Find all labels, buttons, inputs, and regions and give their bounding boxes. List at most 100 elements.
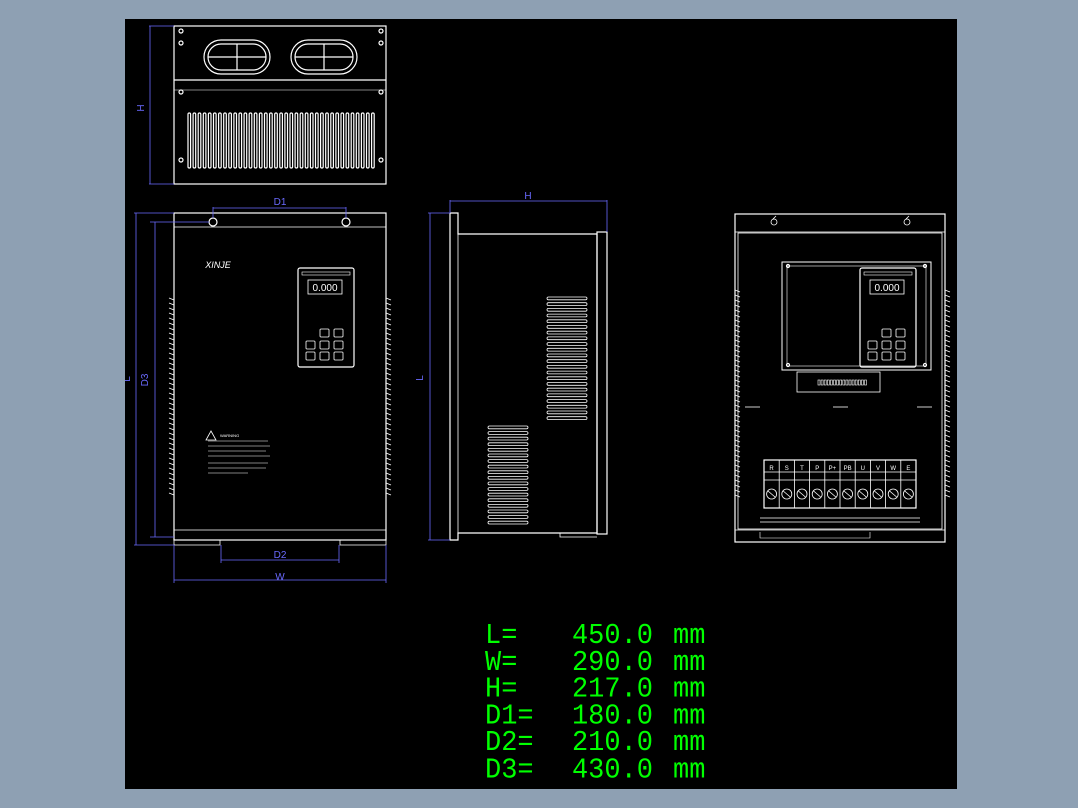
dim-label-top-h: H [136,104,147,111]
fin [944,489,951,493]
dim-unit: mm [673,674,706,707]
fin [734,344,741,348]
fin [734,334,741,338]
fin [360,112,365,169]
dip-switch [830,379,833,386]
fin [944,289,951,293]
fin [274,112,278,169]
dip-switch [864,379,867,386]
terminal-screw-slot [828,490,837,498]
terminal-label: R [769,466,774,472]
vent-slot [487,515,529,519]
side-vents [487,296,588,525]
fan-opening-right [290,39,358,75]
fin [734,399,741,403]
fin [734,469,741,473]
fin [168,457,175,461]
fin [734,359,741,363]
dim-value: 430.0 [571,755,653,787]
fin [385,447,392,451]
vent-slot [546,370,588,375]
fin [168,377,175,381]
fin [385,452,392,456]
fin [944,494,951,498]
fin [168,462,175,466]
vent-slot [546,313,588,318]
fin [385,312,392,316]
terminal-screw-slot [858,490,867,498]
fin [734,369,741,373]
dimension-top-h [149,25,174,185]
vent-slot [487,520,529,525]
fin [168,322,175,326]
fin [223,112,227,169]
fin [168,467,175,471]
keypad-key [895,328,906,338]
fin [168,427,175,431]
dim-unit: mm [673,755,706,787]
fin [385,382,392,386]
fin [734,304,741,308]
dip-switch [851,379,855,386]
fin [734,329,741,333]
fin [168,347,175,351]
vent-slot [487,464,529,469]
fin [944,409,951,413]
warning-title: WARNING [220,433,239,438]
fin [168,297,175,301]
fin [385,472,392,476]
vent-slot [487,425,529,430]
fin [734,489,741,493]
fin [944,479,951,483]
dim-value: 450.0 [571,620,653,653]
fin [734,449,741,453]
fin [168,372,175,376]
dim-label-side-h: H [524,191,531,202]
terminal-label: U [861,466,865,472]
fin [385,407,392,411]
fin [385,337,392,341]
fin [734,339,741,343]
fin [168,422,175,426]
fin [944,319,951,323]
open-front-view [734,213,951,543]
vent-slot [487,498,529,502]
dip-switch [857,379,861,386]
fin [944,324,951,328]
fin [944,359,951,363]
terminal-screw-slot [904,490,913,498]
fin [212,112,217,169]
fin [385,477,392,481]
fin [944,339,951,343]
dimension-row: D3= 430.0 mm [485,755,706,787]
fin [371,112,375,169]
fin [385,432,392,436]
fin [944,329,951,333]
dim-label-l-front: L [125,376,133,382]
fin [168,442,175,446]
fin [385,487,392,491]
fin [385,422,392,426]
fin [944,424,951,428]
fin [168,447,175,451]
vent-slot [546,307,588,312]
fin [243,112,248,169]
fin [345,112,350,169]
top-view [173,25,387,185]
fin [734,364,741,368]
fin [385,462,392,466]
fin [385,297,392,301]
vent-slot [546,353,588,358]
dip-switch [848,379,852,386]
vent-slot [487,475,529,480]
side-dimensions [428,200,608,541]
brand-logo: XINJE [204,260,232,270]
dip-switch [854,379,858,386]
fin [944,384,951,388]
fin [734,429,741,433]
fin [944,454,951,458]
fin [309,112,314,169]
fin [385,377,392,381]
dim-label-side-l: L [415,375,426,381]
fin [734,419,741,423]
